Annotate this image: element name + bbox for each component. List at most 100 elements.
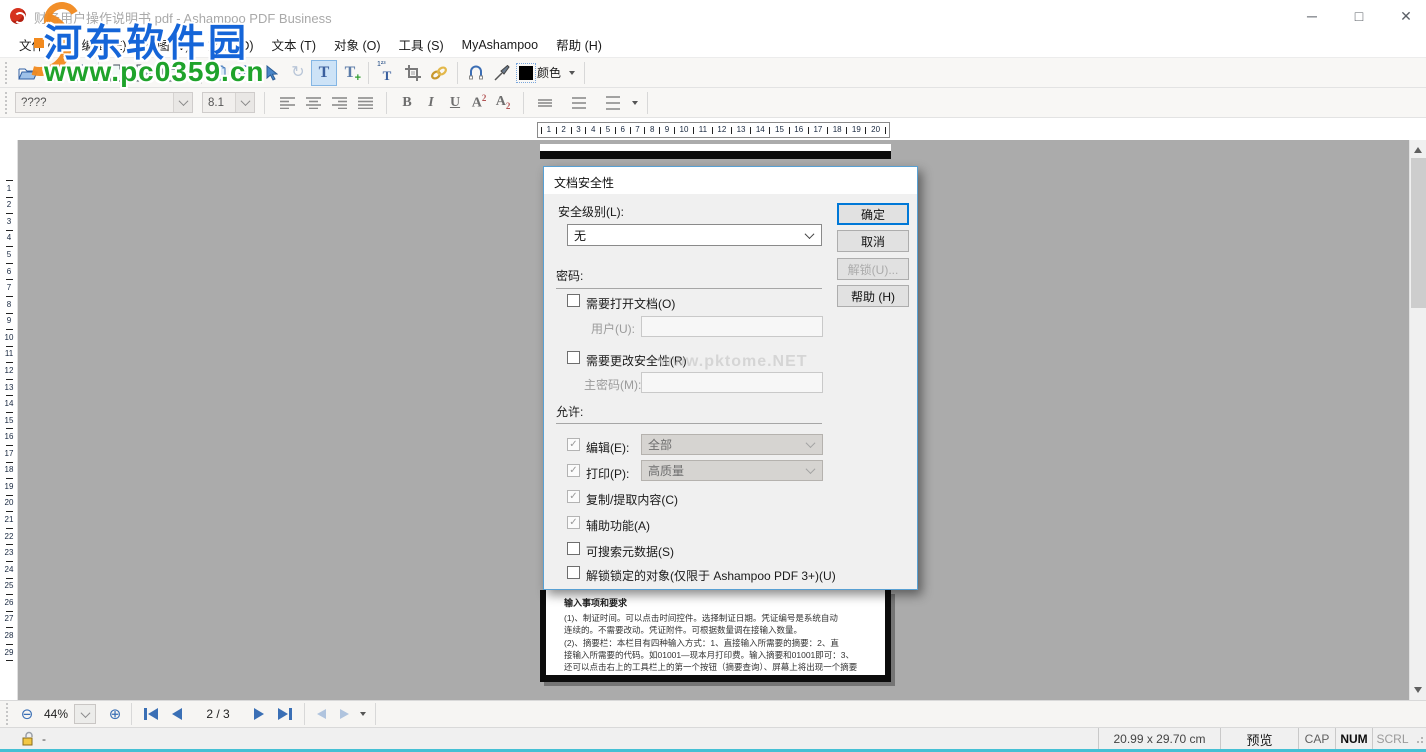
help-button[interactable]: 帮助 (H) <box>837 285 909 307</box>
zoom-dropdown[interactable] <box>74 704 96 724</box>
font-family-dropdown[interactable] <box>173 93 192 112</box>
zoom-in-icon[interactable]: ⊕ <box>104 705 126 723</box>
allow-edit-label: 编辑(E): <box>586 439 629 456</box>
security-level-select[interactable]: 无 <box>567 224 822 246</box>
ruler-tick <box>6 561 13 562</box>
scrollbar-thumb[interactable] <box>1411 158 1426 308</box>
numbering-tool-button[interactable]: 1²³ T <box>374 60 400 86</box>
menu-tools[interactable]: 工具 (S) <box>390 32 453 57</box>
vertical-scrollbar[interactable] <box>1409 140 1426 700</box>
link-tool-button[interactable] <box>426 60 452 86</box>
toolbar-drag-handle[interactable] <box>5 92 10 114</box>
require-change-checkbox[interactable] <box>567 351 580 364</box>
select-tool-button[interactable] <box>259 60 285 86</box>
ruler-number: 15 <box>775 126 784 134</box>
ruler-tick <box>541 127 542 134</box>
require-open-checkbox[interactable] <box>567 294 580 307</box>
color-swatch-icon <box>519 66 533 80</box>
toolbar-drag-handle[interactable] <box>5 62 10 84</box>
subscript-button[interactable]: A2 <box>491 94 515 111</box>
ruler-number: 8 <box>650 126 654 134</box>
align-left-button[interactable] <box>274 90 300 116</box>
text-tool-button[interactable]: T <box>311 60 337 86</box>
document-canvas[interactable]: 输入事项和要求 (1)、制证时间。可以点击时间控件。选择制证日期。凭证编号是系统… <box>18 140 1409 700</box>
next-page-button[interactable] <box>254 708 264 720</box>
ok-button[interactable]: 确定 <box>837 203 909 225</box>
align-center-button[interactable] <box>300 90 326 116</box>
history-dropdown-icon[interactable] <box>360 712 366 716</box>
extract-page-button[interactable] <box>156 60 182 86</box>
dialog-title-bar[interactable]: 文档安全性 <box>544 167 917 194</box>
new-page-button[interactable] <box>104 60 130 86</box>
toolbar-drag-handle[interactable] <box>6 703 11 725</box>
font-family-select[interactable]: ???? <box>15 92 193 113</box>
unlock-objects-checkbox[interactable] <box>567 566 580 579</box>
ruler-number: 9 <box>7 317 11 325</box>
print-button[interactable] <box>67 60 93 86</box>
superscript-button[interactable]: A2 <box>467 93 491 112</box>
last-page-button[interactable] <box>278 708 292 720</box>
window-title: 财务用户操作说明书.pdf - Ashampoo PDF Business <box>34 8 332 27</box>
crop-tool-button[interactable] <box>400 60 426 86</box>
menu-myashampoo[interactable]: MyAshampoo <box>453 35 547 55</box>
color-dropdown-icon[interactable] <box>569 71 575 75</box>
menu-file[interactable]: 文件 (F) <box>10 32 72 57</box>
cancel-button[interactable]: 取消 <box>837 230 909 252</box>
searchable-metadata-label[interactable]: 可搜索元数据(S) <box>586 543 674 560</box>
app-icon <box>10 8 26 24</box>
eyedropper-tool-button[interactable] <box>489 60 515 86</box>
menu-object[interactable]: 对象 (O) <box>325 32 390 57</box>
rotate-tool-button[interactable]: ↻ <box>285 60 311 86</box>
zoom-tool-button[interactable] <box>233 60 259 86</box>
italic-button[interactable]: I <box>419 95 443 111</box>
close-icon[interactable]: ✕ <box>1391 6 1421 26</box>
minimize-icon[interactable]: ─ <box>1297 6 1327 26</box>
line-spacing-tight-button[interactable] <box>532 90 558 116</box>
page-bottom-fragment: 输入事项和要求 (1)、制证时间。可以点击时间控件。选择制证日期。凭证编号是系统… <box>540 590 891 682</box>
font-size-dropdown[interactable] <box>235 93 254 112</box>
ruler-tick <box>750 127 751 134</box>
allow-accessibility-label: 辅助功能(A) <box>586 517 650 534</box>
add-text-button[interactable]: T + <box>337 60 363 86</box>
resize-grip[interactable] <box>1412 728 1426 750</box>
scroll-down-icon[interactable] <box>1414 687 1422 693</box>
unlock-objects-label[interactable]: 解锁锁定的对象(仅限于 Ashampoo PDF 3+)(U) <box>586 567 836 584</box>
ruler-number: 20 <box>5 499 14 507</box>
align-right-button[interactable] <box>326 90 352 116</box>
bold-button[interactable]: B <box>395 95 419 111</box>
ruler-tick <box>6 412 13 413</box>
line-spacing-loose-button[interactable] <box>600 90 626 116</box>
menu-view[interactable]: 视图 (V) <box>136 32 199 57</box>
unlocked-padlock-icon <box>22 731 36 746</box>
insert-page-button[interactable] <box>130 60 156 86</box>
hand-tool-button[interactable] <box>207 60 233 86</box>
curve-tool-button[interactable] <box>463 60 489 86</box>
require-open-label[interactable]: 需要打开文档(O) <box>586 295 675 312</box>
ruler-tick <box>6 660 13 661</box>
section-divider <box>556 423 822 424</box>
align-center-icon <box>305 96 322 109</box>
toolbar-separator <box>304 703 305 725</box>
maximize-icon[interactable]: □ <box>1344 6 1374 26</box>
align-justify-button[interactable] <box>352 90 378 116</box>
ruler-tick <box>6 379 13 380</box>
scroll-up-icon[interactable] <box>1414 147 1422 153</box>
font-size-select[interactable]: 8.1 <box>202 92 255 113</box>
toolbar-separator <box>368 62 369 84</box>
underline-button[interactable]: U <box>443 95 467 111</box>
menu-document[interactable]: 文档 (D) <box>199 32 263 57</box>
zoom-out-icon[interactable]: ⊖ <box>16 705 38 723</box>
line-spacing-medium-button[interactable] <box>566 90 592 116</box>
menu-text[interactable]: 文本 (T) <box>263 32 325 57</box>
first-page-button[interactable] <box>144 708 158 720</box>
ruler-number: 19 <box>5 483 14 491</box>
line-spacing-dropdown-icon[interactable] <box>632 101 638 105</box>
searchable-metadata-checkbox[interactable] <box>567 542 580 555</box>
open-button[interactable] <box>15 60 41 86</box>
page-tools-dropdown-icon[interactable] <box>186 71 192 75</box>
previous-page-button[interactable] <box>172 708 182 720</box>
save-button[interactable] <box>41 60 67 86</box>
menu-edit[interactable]: 编辑 (E) <box>72 32 135 57</box>
menu-help[interactable]: 帮助 (H) <box>547 32 611 57</box>
color-picker-button[interactable]: 颜色 <box>519 64 561 81</box>
